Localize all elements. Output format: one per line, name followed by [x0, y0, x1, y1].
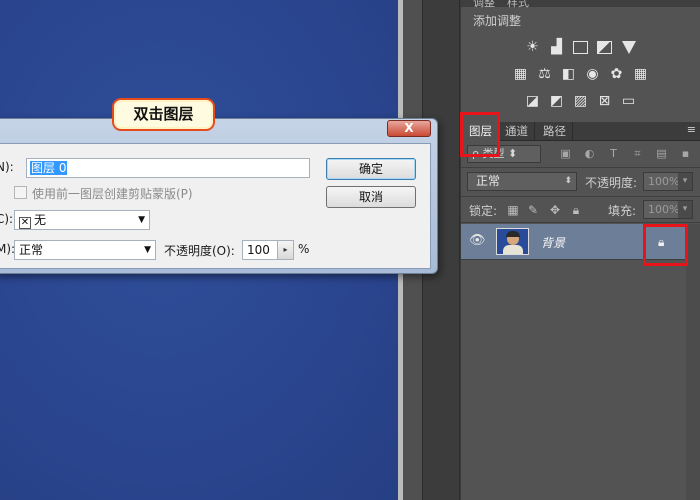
filter-pixel-icon[interactable]: ▣ [559, 147, 572, 160]
vibrance-icon[interactable] [620, 38, 638, 56]
no-color-icon: ✕ [19, 217, 31, 229]
opacity-field[interactable]: 100% ▾ [643, 172, 693, 191]
photo-filter-icon[interactable]: ◉ [584, 65, 602, 83]
curves-icon[interactable] [572, 38, 590, 56]
clip-mask-label: 使用前一图层创建剪贴蒙版(P) [32, 187, 193, 201]
channel-mixer-icon[interactable]: ✿ [608, 65, 626, 83]
top-tabstrip: 调整 样式 [461, 0, 700, 10]
lock-transparent-icon[interactable]: ▦ [506, 203, 520, 217]
ok-button[interactable]: 确定 [326, 158, 416, 180]
filter-shape-icon[interactable]: ⌗ [631, 147, 644, 160]
divider [461, 196, 700, 197]
blend-mode-select[interactable]: 正常 ⬍ [467, 172, 577, 191]
exposure-icon[interactable] [596, 38, 614, 56]
adjustments-row-2: ▦ ⚖ ◧ ◉ ✿ ▦ [461, 65, 700, 83]
brightness-icon[interactable]: ☀ [524, 38, 542, 56]
lock-image-icon[interactable]: ✎ [526, 203, 540, 217]
filter-type-icon[interactable]: T [607, 147, 620, 160]
tab-channels[interactable]: 通道 [499, 122, 535, 141]
adjustments-row-1: ☀ ▟ [461, 38, 700, 56]
highlight-layer-lock [643, 224, 688, 266]
fill-label: 填充: [608, 204, 637, 218]
fill-field[interactable]: 100% ▾ [643, 200, 693, 219]
tab-styles[interactable]: 样式 [507, 0, 529, 10]
opacity-label: 不透明度(O): [164, 244, 235, 258]
cancel-button[interactable]: 取消 [326, 186, 416, 208]
adjustments-row-3: ◪ ◩ ▨ ⊠ ▭ [461, 92, 700, 110]
black-white-icon[interactable]: ◧ [560, 65, 578, 83]
selective-color-icon[interactable]: ⊠ [596, 92, 614, 110]
color-label: C): [0, 212, 14, 226]
invert-icon[interactable]: ◪ [524, 92, 542, 110]
opacity-unit: % [298, 242, 310, 256]
posterize-icon[interactable]: ◩ [548, 92, 566, 110]
mode-select[interactable]: 正常 ▼ [14, 240, 156, 260]
clip-mask-checkbox[interactable] [14, 186, 27, 199]
panel-menu-icon[interactable]: ≡ [687, 123, 696, 136]
layer-thumbnail[interactable] [496, 228, 529, 255]
instruction-callout: 双击图层 [112, 98, 215, 131]
opacity-label: 不透明度: [585, 176, 638, 190]
color-lookup-icon[interactable]: ▦ [632, 65, 650, 83]
filter-smart-object-icon[interactable]: ▤ [655, 147, 668, 160]
layers-scrollbar[interactable] [686, 224, 700, 500]
name-label: N): [0, 160, 14, 174]
lock-all-icon[interactable]: 🔒︎ [569, 203, 583, 217]
layer-filter-row: ρ 类型 ⬍ ▣ ◐ T ⌗ ▤ ▪ [467, 145, 695, 163]
color-balance-icon[interactable]: ⚖ [536, 65, 554, 83]
layer-name-input[interactable]: 图层 0 [26, 158, 310, 178]
divider [461, 167, 700, 168]
levels-icon[interactable]: ▟ [548, 38, 566, 56]
threshold-icon[interactable]: ▨ [572, 92, 590, 110]
tab-paths[interactable]: 路径 [537, 122, 573, 141]
layer-name[interactable]: 背景 [541, 234, 565, 251]
filter-toggle-icon[interactable]: ▪ [679, 147, 692, 160]
hue-saturation-icon[interactable]: ▦ [512, 65, 530, 83]
filter-adjustment-icon[interactable]: ◐ [583, 147, 596, 160]
lock-label: 锁定: [469, 204, 498, 218]
dialog-body: N): 图层 0 确定 使用前一图层创建剪贴蒙版(P) 取消 C): ✕ 无 ▼ M… [0, 143, 431, 269]
tab-adjustments[interactable]: 调整 [473, 0, 495, 10]
mode-label: M): [0, 242, 16, 256]
adjustments-title: 添加调整 [473, 14, 522, 28]
new-layer-dialog: X N): 图层 0 确定 使用前一图层创建剪贴蒙版(P) 取消 C): ✕ 无 ▼… [0, 118, 438, 274]
highlight-layers-tab [460, 112, 500, 157]
close-button[interactable]: X [387, 120, 431, 137]
divider [461, 222, 700, 223]
gradient-map-icon[interactable]: ▭ [620, 92, 638, 110]
eye-icon[interactable]: 👁︎ [469, 234, 487, 248]
opacity-input[interactable]: 100 ▸ [242, 240, 294, 260]
lock-position-icon[interactable]: ✥ [548, 203, 562, 217]
color-select[interactable]: ✕ 无 ▼ [14, 210, 150, 230]
